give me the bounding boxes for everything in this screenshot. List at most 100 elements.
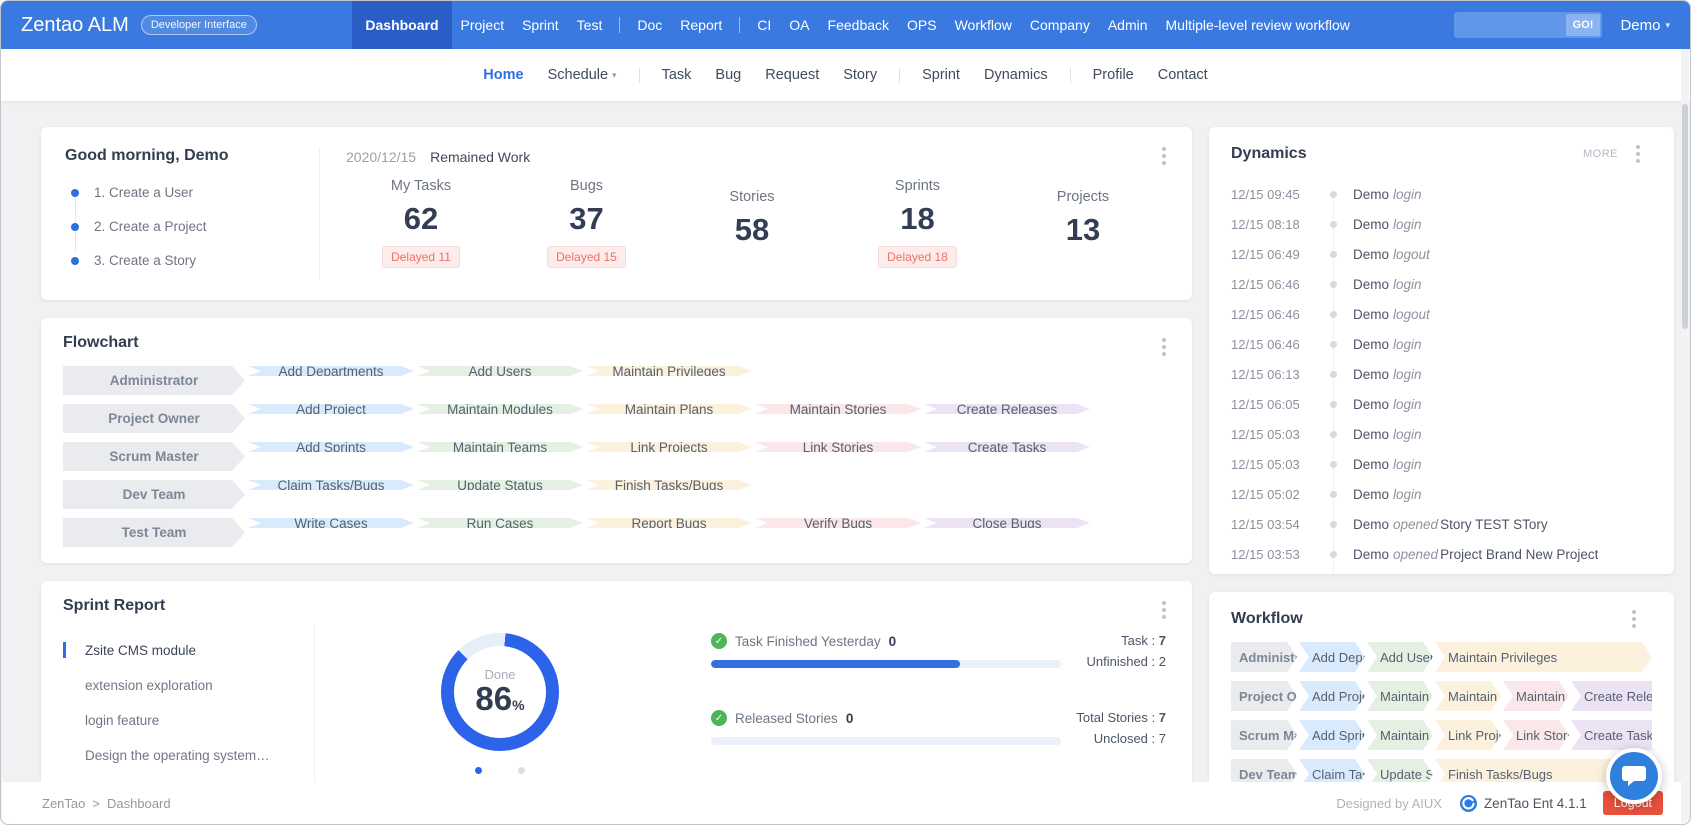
subnav-item-home[interactable]: Home bbox=[471, 67, 535, 83]
flow-step[interactable]: Link Projects bbox=[1435, 720, 1501, 750]
nav-item-oa[interactable]: OA bbox=[780, 1, 818, 49]
stat-value[interactable]: 58 bbox=[709, 212, 795, 248]
subnav-item-dynamics[interactable]: Dynamics bbox=[972, 67, 1060, 83]
subnav-item-bug[interactable]: Bug bbox=[703, 67, 753, 83]
flow-step[interactable]: Write Cases bbox=[248, 518, 414, 528]
flow-step[interactable]: Finish Tasks/Bugs bbox=[586, 480, 752, 490]
nav-item-admin[interactable]: Admin bbox=[1099, 1, 1157, 49]
sprint-item-zsite-cms[interactable]: Zsite CMS module bbox=[63, 633, 314, 668]
flow-step[interactable]: Maintain Privileges bbox=[1435, 642, 1652, 672]
nav-item-project[interactable]: Project bbox=[452, 1, 514, 49]
subnav-item-request[interactable]: Request bbox=[753, 67, 831, 83]
flow-step[interactable]: Maintain Stories bbox=[1503, 681, 1569, 711]
step-create-story[interactable]: 3. Create a Story bbox=[71, 253, 319, 268]
flow-step[interactable]: Link Stories bbox=[755, 442, 921, 452]
check-circle-icon: ✓ bbox=[711, 633, 727, 649]
chat-bubble-icon bbox=[1622, 766, 1646, 786]
nav-item-test[interactable]: Test bbox=[568, 1, 612, 49]
nav-item-ci[interactable]: CI bbox=[748, 1, 780, 49]
scrollbar-thumb[interactable] bbox=[1682, 104, 1688, 329]
flowchart-card: Flowchart Administrator Add Departments … bbox=[41, 318, 1192, 563]
designed-by-label[interactable]: Designed by AIUX bbox=[1336, 796, 1442, 811]
delayed-badge: Delayed 15 bbox=[547, 245, 626, 268]
nav-item-ops[interactable]: OPS bbox=[898, 1, 946, 49]
sprint-list: Zsite CMS module extension exploration l… bbox=[63, 625, 315, 808]
flow-step[interactable]: Close Bugs bbox=[924, 518, 1090, 528]
entry-time: 12/15 06:13 bbox=[1231, 366, 1300, 382]
flow-step[interactable]: Maintain Privileges bbox=[586, 366, 752, 376]
breadcrumb-root[interactable]: ZenTao bbox=[42, 796, 85, 811]
flow-step[interactable]: Add Sprints bbox=[248, 442, 414, 452]
stat-value[interactable]: 37 bbox=[544, 201, 630, 237]
entry-time: 12/15 03:53 bbox=[1231, 546, 1300, 562]
task-finished-label: Task Finished Yesterday bbox=[735, 633, 881, 649]
flow-step[interactable]: Maintain Teams bbox=[417, 442, 583, 452]
flow-step[interactable]: Create Tasks bbox=[1571, 720, 1652, 750]
flow-step[interactable]: Add Users bbox=[1367, 642, 1433, 672]
flow-step[interactable]: Link Projects bbox=[586, 442, 752, 452]
stat-value[interactable]: 18 bbox=[875, 201, 961, 237]
sprint-item-design-os[interactable]: Design the operating system… bbox=[63, 738, 314, 773]
brand-logo[interactable]: Zentao ALM bbox=[21, 14, 129, 37]
flow-step[interactable]: Verify Bugs bbox=[755, 518, 921, 528]
flow-step[interactable]: Add Project bbox=[248, 404, 414, 414]
entry-text: Demo login bbox=[1353, 276, 1422, 292]
card-menu-icon[interactable] bbox=[1160, 599, 1168, 621]
stat-value[interactable]: 62 bbox=[378, 201, 464, 237]
nav-item-sprint[interactable]: Sprint bbox=[513, 1, 568, 49]
step-create-project[interactable]: 2. Create a Project bbox=[71, 219, 319, 234]
legend-undone-dot bbox=[518, 767, 525, 774]
subnav-item-story[interactable]: Story bbox=[831, 67, 889, 83]
flow-step[interactable]: Claim Tasks/Bugs bbox=[248, 480, 414, 490]
flow-step[interactable]: Add Sprints bbox=[1299, 720, 1365, 750]
flow-role: Dev Team bbox=[63, 480, 245, 509]
subnav-item-sprint[interactable]: Sprint bbox=[910, 67, 972, 83]
nav-item-company[interactable]: Company bbox=[1021, 1, 1099, 49]
subnav-item-contact[interactable]: Contact bbox=[1146, 67, 1220, 83]
card-menu-icon[interactable] bbox=[1160, 145, 1168, 167]
step-create-user[interactable]: 1. Create a User bbox=[71, 185, 319, 200]
flow-step[interactable]: Create Releases bbox=[924, 404, 1090, 414]
nav-item-doc[interactable]: Doc bbox=[628, 1, 671, 49]
card-menu-icon[interactable] bbox=[1160, 336, 1168, 358]
flow-step[interactable]: Maintain Modules bbox=[1367, 681, 1433, 711]
flow-step[interactable]: Run Cases bbox=[417, 518, 583, 528]
flow-step[interactable]: Add Departments bbox=[1299, 642, 1365, 672]
flow-step[interactable]: Report Bugs bbox=[586, 518, 752, 528]
card-menu-icon[interactable] bbox=[1634, 143, 1642, 165]
flow-step[interactable]: Update Status bbox=[417, 480, 583, 490]
sprint-item-login-feature[interactable]: login feature bbox=[63, 703, 314, 738]
subnav-item-profile[interactable]: Profile bbox=[1081, 67, 1146, 83]
search-input[interactable] bbox=[1456, 17, 1566, 33]
greeting-title: Good morning, Demo bbox=[65, 147, 229, 164]
flow-step[interactable]: Maintain Modules bbox=[417, 404, 583, 414]
subnav-item-task[interactable]: Task bbox=[650, 67, 704, 83]
stat-value[interactable]: 13 bbox=[1040, 212, 1126, 248]
nav-item-report[interactable]: Report bbox=[671, 1, 731, 49]
dynamics-card: Dynamics MORE 12/15 09:45 Demo login 12/1… bbox=[1209, 127, 1674, 574]
card-menu-icon[interactable] bbox=[1630, 608, 1638, 630]
nav-item-dashboard[interactable]: Dashboard bbox=[352, 1, 452, 49]
flow-step[interactable]: Maintain Stories bbox=[755, 404, 921, 414]
sprint-item-extension-exploration[interactable]: extension exploration bbox=[63, 668, 314, 703]
nav-item-multilevel-review[interactable]: Multiple-level review workflow bbox=[1157, 1, 1359, 49]
more-link[interactable]: MORE bbox=[1583, 148, 1618, 160]
flow-step[interactable]: Create Releases bbox=[1571, 681, 1652, 711]
flow-step[interactable]: Maintain Plans bbox=[586, 404, 752, 414]
nav-item-feedback[interactable]: Feedback bbox=[819, 1, 898, 49]
flow-step[interactable]: Link Stories bbox=[1503, 720, 1569, 750]
user-menu[interactable]: Demo ▾ bbox=[1620, 17, 1670, 34]
scrollbar-track[interactable] bbox=[1681, 49, 1689, 823]
flow-step[interactable]: Add Users bbox=[417, 366, 583, 376]
dynamics-entry: 12/15 06:13 Demo login bbox=[1231, 359, 1656, 389]
flow-step[interactable]: Maintain Plans bbox=[1435, 681, 1501, 711]
subnav-item-schedule[interactable]: Schedule ▾ bbox=[536, 67, 629, 83]
nav-item-workflow[interactable]: Workflow bbox=[946, 1, 1021, 49]
flow-step[interactable]: Add Departments bbox=[248, 366, 414, 376]
flow-step[interactable]: Create Tasks bbox=[924, 442, 1090, 452]
chat-bubble-button[interactable] bbox=[1606, 748, 1662, 804]
task-totals: Task : 7 Unfinished : 2 bbox=[1086, 633, 1166, 670]
flow-step[interactable]: Maintain Teams bbox=[1367, 720, 1433, 750]
flow-step[interactable]: Add Project bbox=[1299, 681, 1365, 711]
search-go-button[interactable]: GO! bbox=[1565, 14, 1601, 36]
